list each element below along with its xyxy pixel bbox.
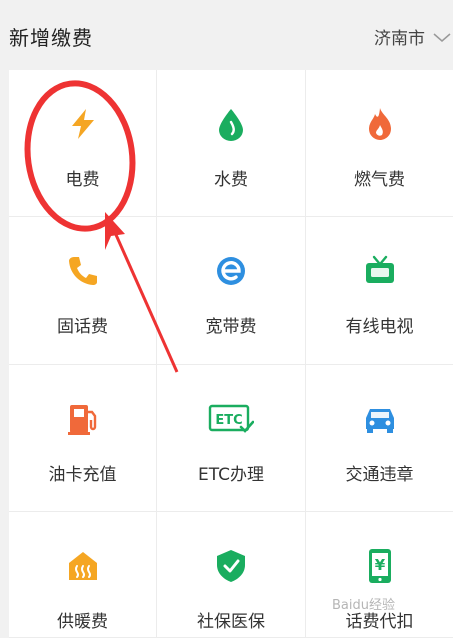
- watermark: Baidu经验: [332, 598, 395, 613]
- service-label: ETC办理: [198, 465, 264, 485]
- service-label: 有线电视: [345, 317, 414, 337]
- service-label: 燃气费: [354, 170, 405, 190]
- service-gas[interactable]: 燃气费: [306, 70, 453, 217]
- service-label: 油卡充值: [48, 465, 117, 485]
- broadband-e-icon: [213, 253, 249, 289]
- service-label: 宽带费: [205, 317, 257, 337]
- water-drop-icon: [213, 106, 249, 142]
- service-electricity[interactable]: 电费: [9, 70, 157, 217]
- service-broadband[interactable]: 宽带费: [157, 217, 306, 365]
- service-grid: 电费 水费 燃气费 固话费 宽带费 有线电视 油卡充值 ETC ETC办理 交通…: [9, 70, 453, 638]
- lightning-icon: [65, 106, 101, 142]
- svg-text:ETC: ETC: [215, 413, 242, 428]
- tv-icon: [362, 253, 398, 289]
- heating-icon: [65, 548, 101, 584]
- service-label: 水费: [214, 170, 248, 190]
- phone-icon: [65, 253, 101, 289]
- service-label: 固话费: [57, 317, 108, 337]
- service-cable-tv[interactable]: 有线电视: [306, 217, 453, 365]
- city-selector[interactable]: 济南市: [374, 24, 453, 49]
- svg-text:¥: ¥: [374, 556, 385, 574]
- car-icon: [362, 401, 398, 437]
- etc-card-icon: ETC: [208, 401, 254, 437]
- service-label: 电费: [65, 170, 100, 190]
- city-label: 济南市: [374, 29, 425, 49]
- fuel-pump-icon: [65, 401, 101, 437]
- service-label: 供暖费: [57, 612, 108, 632]
- service-landline[interactable]: 固话费: [9, 217, 157, 365]
- service-heating[interactable]: 供暖费: [9, 512, 157, 638]
- service-traffic-violation[interactable]: 交通违章: [306, 365, 453, 512]
- service-etc[interactable]: ETC ETC办理: [157, 365, 306, 512]
- service-social-insurance[interactable]: 社保医保: [157, 512, 306, 638]
- page-title: 新增缴费: [9, 26, 93, 50]
- header-bar: 新增缴费 济南市: [0, 0, 453, 70]
- flame-icon: [362, 106, 398, 142]
- service-label: 交通违章: [345, 465, 414, 485]
- chevron-down-icon: [433, 32, 451, 42]
- mobile-yuan-icon: ¥: [362, 548, 398, 584]
- service-phone-bill-debit[interactable]: ¥ 话费代扣: [306, 512, 453, 638]
- service-water[interactable]: 水费: [157, 70, 306, 217]
- shield-check-icon: [213, 548, 249, 584]
- service-fuel-card[interactable]: 油卡充值: [9, 365, 157, 512]
- service-label: 社保医保: [197, 612, 265, 632]
